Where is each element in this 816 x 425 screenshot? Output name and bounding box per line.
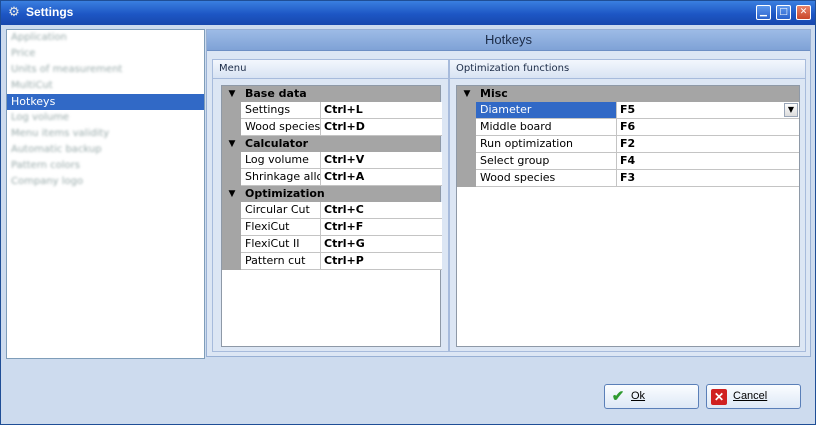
hotkeys-panel: Hotkeys Menu ▼ Base data Settings Ctrl+L … [206,29,811,357]
settings-sidebar: Application Price Units of measurement M… [6,29,205,359]
hotkey-row[interactable]: Shrinkage allowCtrl+A [222,169,442,186]
hotkey-row[interactable]: FlexiCut Ctrl+F [222,219,442,236]
sidebar-item-application[interactable]: Application [7,30,204,46]
sidebar-item-company-logo[interactable]: Company logo [7,174,204,190]
page-title: Hotkeys [207,30,810,51]
sidebar-item-hotkeys[interactable]: Hotkeys [7,94,204,110]
checkmark-icon: ✔ [611,388,625,405]
chevron-down-icon[interactable]: ▼ [226,136,238,152]
category-optimization[interactable]: ▼ Optimization [222,186,440,202]
minimize-button[interactable]: ▁ [756,5,771,20]
hotkey-row[interactable]: Select group F4 [457,153,799,170]
sidebar-item-pattern-colors[interactable]: Pattern colors [7,158,204,174]
title-bar[interactable]: ⚙ Settings ▁ □ ✕ [1,1,815,25]
optimization-group-header: Optimization functions [450,60,805,79]
chevron-down-icon[interactable]: ▼ [226,86,238,102]
sidebar-item-menu-validity[interactable]: Menu items validity [7,126,204,142]
category-base-data[interactable]: ▼ Base data [222,86,440,102]
dropdown-arrow-icon[interactable]: ▼ [784,103,798,117]
window-title: Settings [26,5,74,19]
sidebar-item-units[interactable]: Units of measurement [7,62,204,78]
menu-hotkeys-grid: ▼ Base data Settings Ctrl+L Wood species C… [221,85,442,347]
chevron-down-icon[interactable]: ▼ [461,86,473,102]
optimization-group: Optimization functions ▼ Misc Diameter F5… [449,59,806,352]
hotkey-row[interactable]: Run optimization F2 [457,136,799,153]
cancel-x-icon: ✕ [711,389,727,405]
hotkey-row[interactable]: Wood species Ctrl+D [222,119,442,136]
optimization-hotkeys-grid: ▼ Misc Diameter F5 ▼ Middle board F6 Run op… [456,85,800,347]
maximize-icon: □ [779,7,788,17]
category-misc[interactable]: ▼ Misc [457,86,799,102]
sidebar-item-multicut[interactable]: MultiCut [7,78,204,94]
hotkey-row[interactable]: Wood species F3 [457,170,799,187]
hotkey-row[interactable]: Pattern cut Ctrl+P [222,253,442,270]
settings-window: ⚙ Settings ▁ □ ✕ Application Price Units… [0,0,816,425]
ok-button[interactable]: ✔ Ok [604,384,699,409]
chevron-down-icon[interactable]: ▼ [226,186,238,202]
hotkey-row[interactable]: FlexiCut II Ctrl+G [222,236,442,253]
menu-group-header: Menu [213,60,448,79]
hotkey-row[interactable]: Log volume Ctrl+V [222,152,442,169]
sidebar-item-price[interactable]: Price [7,46,204,62]
sidebar-item-backup[interactable]: Automatic backup [7,142,204,158]
minimize-icon: ▁ [760,7,767,17]
sidebar-item-log-volume[interactable]: Log volume [7,110,204,126]
cancel-button[interactable]: ✕ Cancel [706,384,801,409]
hotkey-row[interactable]: Middle board F6 [457,119,799,136]
hotkey-row-selected[interactable]: Diameter F5 ▼ [457,102,799,119]
maximize-button[interactable]: □ [776,5,791,20]
menu-group: Menu ▼ Base data Settings Ctrl+L Wood spe… [212,59,449,352]
gear-icon: ⚙ [8,5,20,20]
close-button[interactable]: ✕ [796,5,811,20]
hotkey-row[interactable]: Circular Cut Ctrl+C [222,202,442,219]
close-icon: ✕ [799,7,808,17]
hotkey-row[interactable]: Settings Ctrl+L [222,102,442,119]
category-calculator[interactable]: ▼ Calculator [222,136,440,152]
